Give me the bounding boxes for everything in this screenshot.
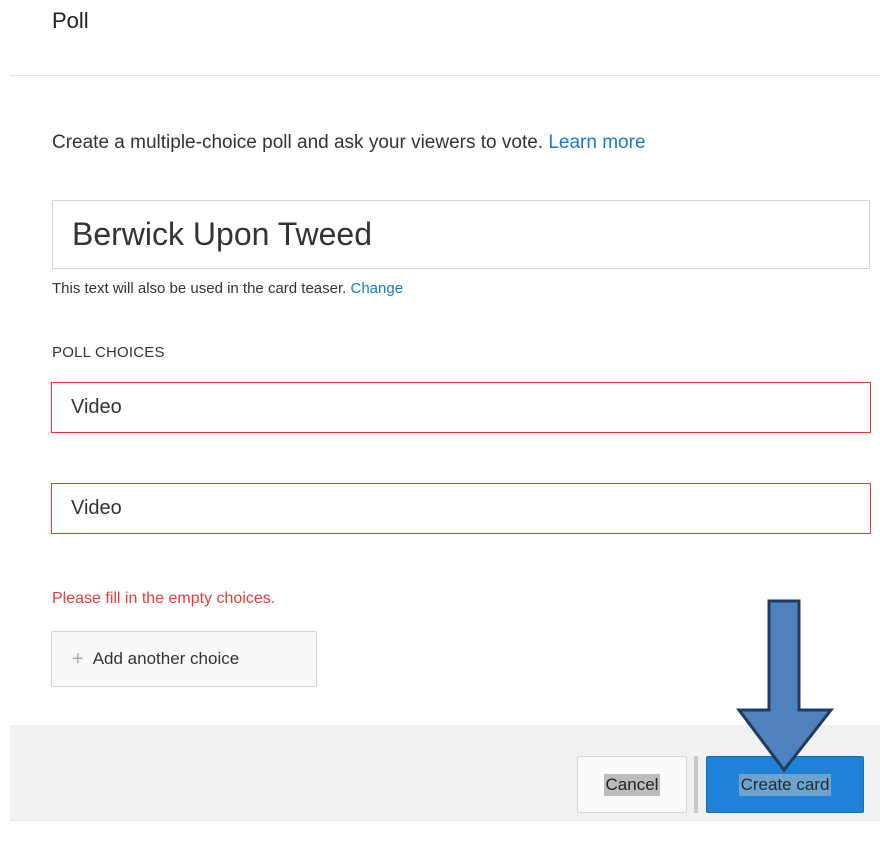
- create-card-label: Create card: [738, 773, 832, 796]
- add-choice-label: Add another choice: [92, 649, 240, 668]
- poll-choice-2-input[interactable]: [51, 483, 871, 534]
- footer-divider: [10, 820, 880, 821]
- poll-card-dialog: Poll Create a multiple-choice poll and a…: [0, 0, 880, 845]
- title-divider: [10, 75, 880, 76]
- poll-choices-label: POLL CHOICES: [52, 344, 165, 361]
- description-text: Create a multiple-choice poll and ask yo…: [52, 132, 544, 153]
- change-teaser-link[interactable]: Change: [351, 280, 404, 297]
- cancel-label: Cancel: [603, 773, 661, 796]
- learn-more-link[interactable]: Learn more: [548, 132, 645, 153]
- cancel-button[interactable]: Cancel: [577, 756, 687, 813]
- add-choice-button[interactable]: + Add another choice: [51, 631, 317, 687]
- dialog-title: Poll: [52, 8, 89, 33]
- button-separator: [694, 756, 698, 813]
- poll-description: Create a multiple-choice poll and ask yo…: [52, 130, 646, 156]
- poll-choice-1-input[interactable]: [51, 382, 871, 433]
- teaser-helper: This text will also be used in the card …: [52, 278, 403, 300]
- down-arrow-annotation-icon: [736, 599, 835, 773]
- teaser-helper-text: This text will also be used in the card …: [52, 280, 347, 297]
- poll-question-input[interactable]: [52, 200, 870, 269]
- empty-choices-error: Please fill in the empty choices.: [52, 590, 276, 607]
- plus-icon: +: [72, 648, 84, 670]
